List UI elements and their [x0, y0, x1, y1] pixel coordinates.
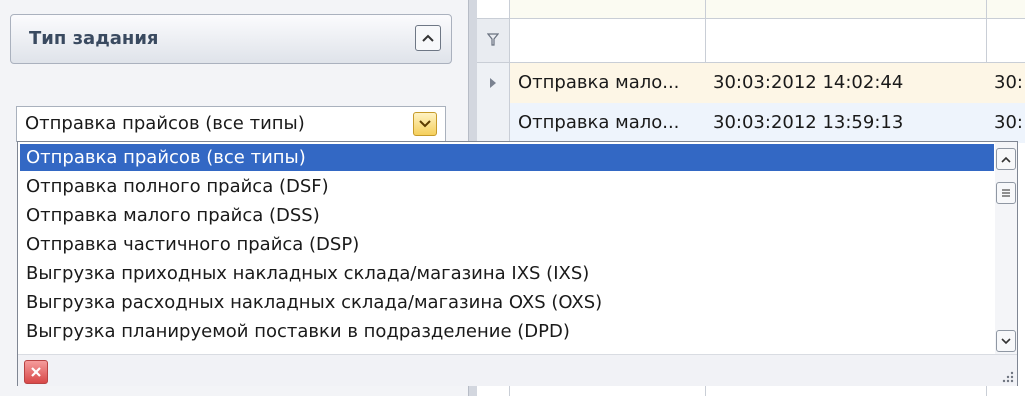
dropdown-item[interactable]: Выгрузка расходных накладных склада/мага… [20, 289, 994, 316]
filter-row-cell[interactable] [477, 18, 509, 62]
table-row[interactable]: Отправка мало... 30:03:2012 13:59:13 30: [510, 103, 1025, 143]
scroll-up-button[interactable] [996, 148, 1016, 170]
cell-date: 30:03:2012 13:59:13 [713, 112, 904, 133]
filter-icon [487, 33, 499, 46]
chevron-down-icon [1001, 337, 1011, 344]
collapse-button[interactable] [415, 25, 441, 51]
task-type-combo[interactable]: Отправка прайсов (все типы) [16, 106, 446, 142]
resize-grip-icon[interactable] [1000, 369, 1014, 383]
cell-extra: 30: [994, 72, 1023, 93]
dropdown-scrollbar[interactable] [995, 142, 1017, 354]
task-type-dropdown-list: Отправка прайсов (все типы) Отправка пол… [17, 141, 1018, 386]
clear-button[interactable] [24, 360, 48, 384]
panel-header: Тип задания [10, 14, 452, 64]
grid-header-band [510, 0, 1025, 18]
dropdown-item[interactable]: Отправка прайсов (все типы) [20, 144, 994, 171]
cell-type: Отправка мало... [518, 72, 680, 93]
chevron-up-icon [422, 34, 434, 42]
row-pointer-icon [490, 78, 496, 88]
row-indicator[interactable] [477, 63, 509, 103]
scroll-thumb[interactable] [996, 182, 1016, 204]
cell-type: Отправка мало... [518, 112, 680, 133]
scroll-thumb-icon [1002, 189, 1010, 197]
panel-title: Тип задания [29, 28, 159, 49]
combo-dropdown-button[interactable] [413, 112, 437, 136]
row-indicator[interactable] [477, 103, 509, 143]
dropdown-item[interactable]: Отправка малого прайса (DSS) [20, 202, 994, 229]
combo-value: Отправка прайсов (все типы) [25, 113, 305, 134]
dropdown-item[interactable]: Отправка полного прайса (DSF) [20, 173, 994, 200]
cell-date: 30:03:2012 14:02:44 [713, 72, 904, 93]
chevron-up-icon [1001, 156, 1011, 163]
cell-extra: 30: [994, 112, 1023, 133]
scroll-down-button[interactable] [996, 330, 1016, 352]
chevron-down-icon [419, 120, 431, 128]
dropdown-footer [18, 354, 1017, 386]
grid-line [477, 18, 1025, 19]
dropdown-item[interactable]: Отправка частичного прайса (DSP) [20, 231, 994, 258]
delete-x-icon [31, 367, 41, 377]
dropdown-item[interactable]: Выгрузка приходных накладных склада/мага… [20, 260, 994, 287]
dropdown-item[interactable]: Выгрузка планируемой поставки в подразде… [20, 318, 994, 345]
table-row[interactable]: Отправка мало... 30:03:2012 14:02:44 30: [510, 63, 1025, 103]
